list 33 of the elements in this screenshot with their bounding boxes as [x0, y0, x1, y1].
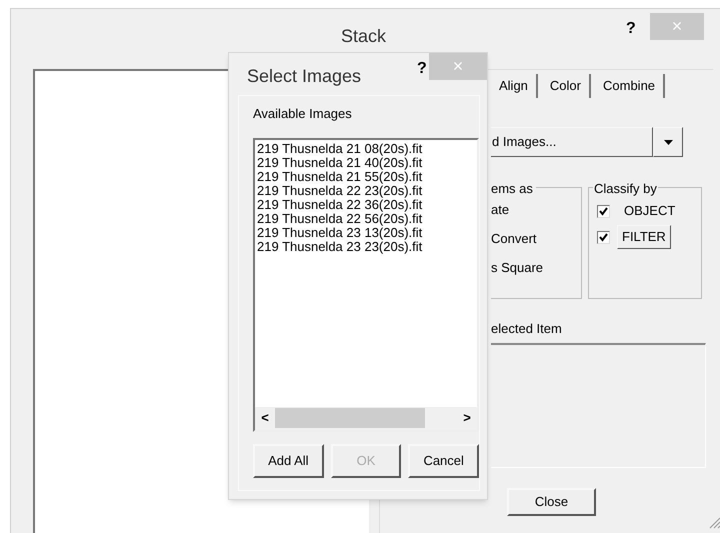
list-item[interactable]: 219 Thusnelda 22 23(20s).fit: [257, 184, 477, 198]
list-item[interactable]: 219 Thusnelda 21 40(20s).fit: [257, 156, 477, 170]
help-button[interactable]: ?: [417, 57, 427, 81]
filter-button[interactable]: FILTER: [617, 225, 671, 249]
list-item[interactable]: 219 Thusnelda 23 23(20s).fit: [257, 240, 477, 254]
checkbox-label: OBJECT: [624, 202, 676, 220]
checkbox[interactable]: [597, 230, 610, 244]
close-button[interactable]: Close: [507, 488, 596, 516]
help-button[interactable]: ?: [626, 17, 636, 41]
add-images-button[interactable]: d Images...: [491, 127, 653, 157]
list-item[interactable]: 219 Thusnelda 23 13(20s).fit: [257, 226, 477, 240]
dropdown-button[interactable]: [653, 127, 683, 157]
resize-grip-icon: [707, 515, 720, 529]
horizontal-scrollbar[interactable]: < >: [255, 406, 477, 430]
option-label[interactable]: s Square: [491, 260, 581, 275]
checkbox[interactable]: [597, 204, 610, 218]
caret-icon: [664, 140, 672, 144]
window-title: Stack: [341, 25, 386, 48]
dialog-title: Select Images: [247, 65, 362, 88]
option-label[interactable]: ate: [491, 202, 581, 217]
list-item[interactable]: 219 Thusnelda 22 56(20s).fit: [257, 212, 477, 226]
list-item[interactable]: 219 Thusnelda 22 36(20s).fit: [257, 198, 477, 212]
section-label: elected Item: [491, 320, 563, 338]
list-item[interactable]: 219 Thusnelda 21 08(20s).fit: [257, 142, 477, 156]
scrollbar-thumb[interactable]: [275, 408, 425, 428]
available-images-list[interactable]: [253, 138, 479, 432]
list-label: Available Images: [253, 105, 353, 123]
option-label[interactable]: Convert: [491, 231, 581, 246]
scroll-left-button[interactable]: <: [255, 408, 275, 428]
scroll-right-button[interactable]: >: [457, 408, 477, 428]
dialog-button[interactable]: Add All: [253, 444, 324, 478]
list-item[interactable]: 219 Thusnelda 21 55(20s).fit: [257, 170, 477, 184]
dialog-button[interactable]: Cancel: [408, 444, 480, 478]
